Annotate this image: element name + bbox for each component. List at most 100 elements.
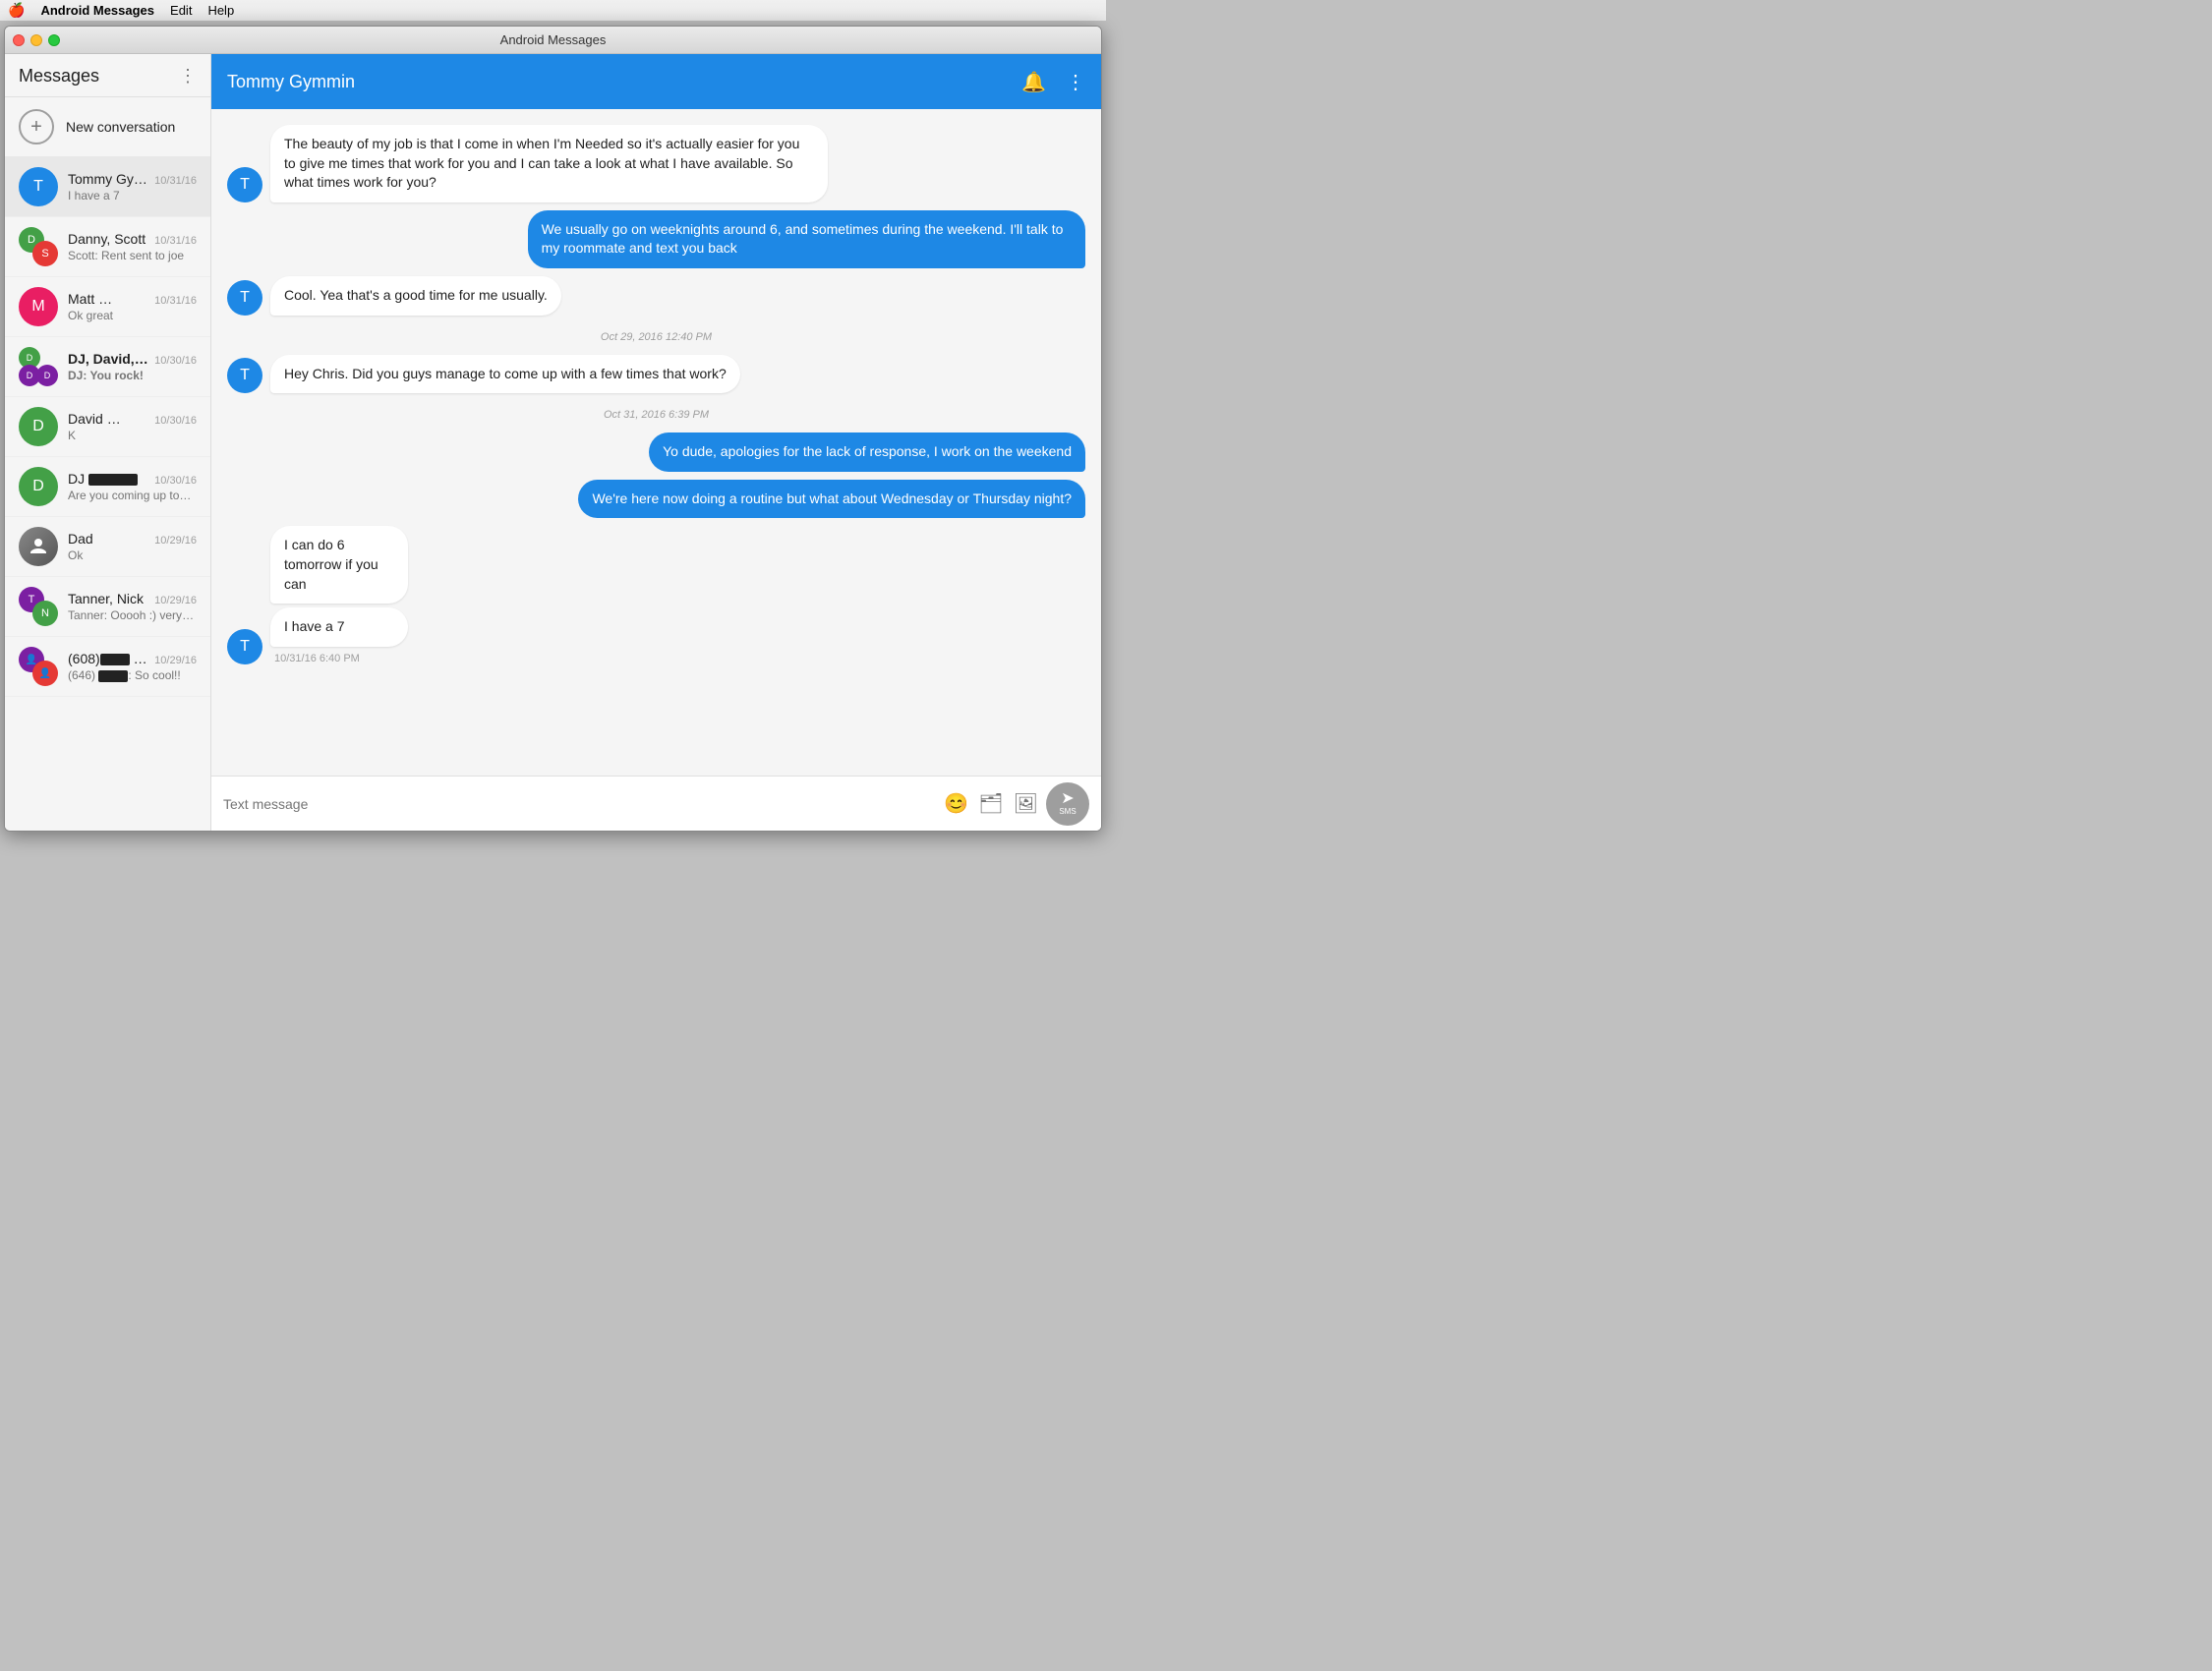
redacted-646-preview [98, 670, 128, 682]
input-area: 😊 🗂 🖼 ➤ SMS [211, 776, 1101, 831]
redacted-david [107, 414, 150, 426]
new-conversation-button[interactable]: + New conversation [5, 97, 210, 157]
timestamp-2: Oct 31, 2016 6:39 PM [227, 401, 1085, 425]
conv-item-608-646[interactable]: 👤 👤 (608) (646)... 10/29/16 (646) : So c… [5, 637, 210, 697]
conv-info-tanner-nick: Tanner, Nick 10/29/16 Tanner: Ooooh :) v… [68, 591, 197, 622]
message-row-2: We usually go on weeknights around 6, an… [227, 210, 1085, 268]
bubble-7b: I have a 7 [270, 607, 408, 647]
chat-header: Tommy Gymmin 🔔 ⋮ [211, 54, 1101, 109]
message-input[interactable] [223, 796, 936, 812]
message-row-3: T Cool. Yea that's a good time for me us… [227, 276, 1085, 316]
conv-info-danny-scott: Danny, Scott 10/31/16 Scott: Rent sent t… [68, 231, 197, 262]
avatar-dj-david: D D D [19, 347, 58, 386]
conv-name-tanner-nick: Tanner, Nick [68, 591, 150, 606]
bubble-5: Yo dude, apologies for the lack of respo… [649, 432, 1085, 472]
conv-item-david[interactable]: D David 10/30/16 K [5, 397, 210, 457]
more-icon[interactable]: ⋮ [1066, 70, 1085, 94]
av2-nick: N [32, 601, 58, 626]
conv-time-tommy: 10/31/16 [154, 175, 197, 187]
av2-646: 👤 [32, 661, 58, 686]
conv-name-dj-david: DJ, David, (617) ... [68, 351, 150, 367]
conv-item-matt[interactable]: M Matt 10/31/16 Ok great [5, 277, 210, 337]
window-buttons [13, 34, 60, 46]
maximize-button[interactable] [48, 34, 60, 46]
redacted-matt [98, 294, 150, 306]
send-label: SMS [1059, 808, 1076, 816]
new-conv-label: New conversation [66, 119, 175, 135]
app-body: Messages ⋮ + New conversation T Tommy Gy… [5, 54, 1101, 831]
conv-name-danny-scott: Danny, Scott [68, 231, 150, 247]
avatar-dj: D [19, 467, 58, 506]
message-row-7: T I can do 6 tomorrow if you can I have … [227, 526, 1085, 663]
bubble-4: Hey Chris. Did you guys manage to come u… [270, 355, 740, 394]
mac-menu-bar: 🍎 Android Messages Edit Help [0, 0, 1106, 22]
help-menu[interactable]: Help [207, 3, 234, 18]
conv-time-matt: 10/31/16 [154, 295, 197, 307]
conv-item-dj-david[interactable]: D D D DJ, David, (617) ... 10/30/16 DJ: … [5, 337, 210, 397]
app-window: Android Messages Messages ⋮ + New conver… [4, 26, 1102, 832]
avatar-tommy: T [19, 167, 58, 206]
conv-info-matt: Matt 10/31/16 Ok great [68, 291, 197, 322]
message-row-5: Yo dude, apologies for the lack of respo… [227, 432, 1085, 472]
msg-avatar-1: T [227, 167, 262, 202]
send-button[interactable]: ➤ SMS [1046, 782, 1089, 826]
sticker-icon[interactable]: 🗂 [978, 791, 1003, 816]
notification-icon[interactable]: 🔔 [1021, 70, 1046, 94]
chat-header-icons: 🔔 ⋮ [1021, 70, 1085, 94]
sidebar-title: Messages [19, 66, 99, 86]
conv-item-danny-scott[interactable]: D S Danny, Scott 10/31/16 Scott: Rent se… [5, 217, 210, 277]
msg-avatar-3: T [227, 280, 262, 316]
conv-preview-danny-scott: Scott: Rent sent to joe [68, 249, 197, 262]
conv-name-matt: Matt [68, 291, 150, 307]
conv-preview-dad: Ok [68, 548, 197, 562]
edit-menu[interactable]: Edit [170, 3, 192, 18]
close-button[interactable] [13, 34, 25, 46]
conv-time-dj: 10/30/16 [154, 475, 197, 487]
conv-info-dj-david: DJ, David, (617) ... 10/30/16 DJ: You ro… [68, 351, 197, 382]
conv-name-dj: DJ [68, 471, 150, 487]
message-row-6: We're here now doing a routine but what … [227, 480, 1085, 519]
conv-time-dad: 10/29/16 [154, 535, 197, 547]
chat-contact-name: Tommy Gymmin [227, 72, 355, 92]
redacted-dj-name [88, 474, 138, 486]
new-conv-plus-icon: + [19, 109, 54, 144]
conv-time-608-646: 10/29/16 [154, 655, 197, 666]
conv-time-david: 10/30/16 [154, 415, 197, 427]
conv-preview-matt: Ok great [68, 309, 197, 322]
conv-time-dj-david: 10/30/16 [154, 355, 197, 367]
conv-item-tanner-nick[interactable]: T N Tanner, Nick 10/29/16 Tanner: Ooooh … [5, 577, 210, 637]
conv-preview-608-646: (646) : So cool!! [68, 668, 197, 682]
bubble-2: We usually go on weeknights around 6, an… [528, 210, 1085, 268]
sidebar-more-icon[interactable]: ⋮ [179, 66, 197, 86]
message-row-4: T Hey Chris. Did you guys manage to come… [227, 355, 1085, 394]
window-titlebar: Android Messages [5, 27, 1101, 54]
conversation-list: T Tommy Gymmin 10/31/16 I have a 7 D S [5, 157, 210, 831]
conv-info-608-646: (608) (646)... 10/29/16 (646) : So cool!… [68, 651, 197, 682]
minimize-button[interactable] [30, 34, 42, 46]
avatar-matt: M [19, 287, 58, 326]
bubble-7a: I can do 6 tomorrow if you can [270, 526, 408, 604]
conv-item-dj[interactable]: D DJ 10/30/16 Are you coming up today? I… [5, 457, 210, 517]
bubble-stack-7: I can do 6 tomorrow if you can I have a … [270, 526, 483, 663]
conv-name-david: David [68, 411, 150, 427]
conv-info-tommy: Tommy Gymmin 10/31/16 I have a 7 [68, 171, 197, 202]
conv-name-608-646: (608) (646)... [68, 651, 150, 666]
sidebar-header: Messages ⋮ [5, 54, 210, 97]
app-name-menu[interactable]: Android Messages [40, 3, 154, 18]
conv-item-tommy[interactable]: T Tommy Gymmin 10/31/16 I have a 7 [5, 157, 210, 217]
message-row-1: T The beauty of my job is that I come in… [227, 125, 1085, 202]
conv-preview-dj-david: DJ: You rock! [68, 369, 197, 382]
bubble-6: We're here now doing a routine but what … [578, 480, 1085, 519]
conv-name-dad: Dad [68, 531, 150, 547]
timestamp-1: Oct 29, 2016 12:40 PM [227, 323, 1085, 347]
conv-time-danny-scott: 10/31/16 [154, 235, 197, 247]
conv-preview-dj: Are you coming up today? I c... [68, 489, 197, 502]
conv-preview-tommy: I have a 7 [68, 189, 197, 202]
emoji-icon[interactable]: 😊 [944, 791, 968, 816]
avatar-dad [19, 527, 58, 566]
conv-item-dad[interactable]: Dad 10/29/16 Ok [5, 517, 210, 577]
image-icon[interactable]: 🖼 [1014, 791, 1038, 816]
avatar-608-646: 👤 👤 [19, 647, 58, 686]
redacted-608 [100, 654, 130, 665]
msg-avatar-4: T [227, 358, 262, 393]
